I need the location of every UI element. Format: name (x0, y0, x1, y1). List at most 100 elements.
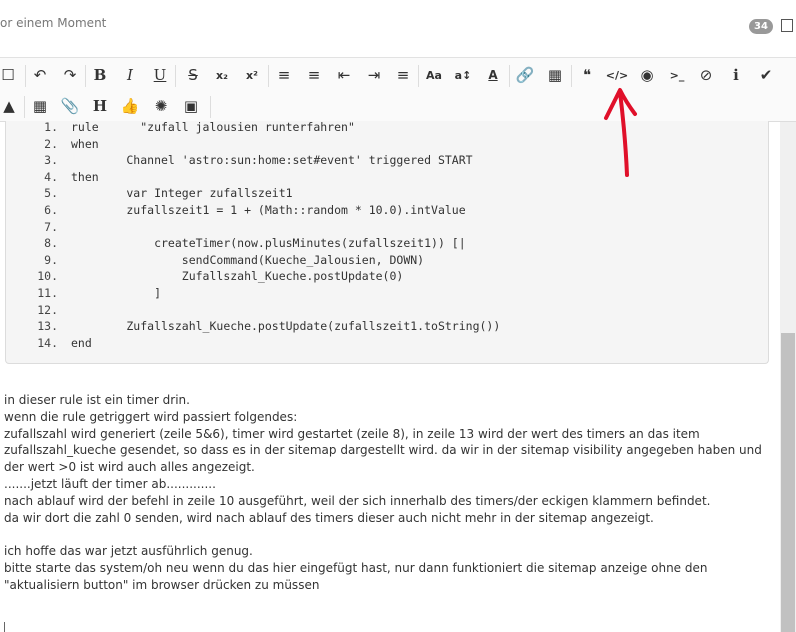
line-number: 3. (44, 153, 58, 168)
code-text: when (71, 136, 99, 151)
align-icon[interactable]: ≡ (390, 60, 416, 90)
table-icon[interactable]: ▦ (542, 60, 568, 90)
italic-button[interactable]: I (117, 60, 143, 90)
code-line: 12. (6, 302, 768, 318)
code-line: 5. var Integer zufallszeit1 (6, 185, 768, 201)
code-text: end (71, 335, 92, 350)
toolbar-separator (210, 96, 211, 118)
toolbar-row-2: ▲ ▦ 📎 H 👍 ✺ ▣ (0, 91, 796, 121)
toolbar-separator (418, 65, 419, 87)
code-text: createTimer(now.plusMinutes(zufallszeit1… (71, 236, 466, 251)
text-cursor (4, 622, 5, 632)
code-text: var Integer zufallszeit1 (71, 186, 293, 201)
bold-button[interactable]: B (87, 60, 113, 90)
terminal-icon[interactable]: >_ (664, 60, 690, 90)
code-text: Zufallszahl_Kueche.postUpdate(0) (71, 269, 404, 284)
editor-toolbar: ☐ ↶ ↷ B I U Sx₂ x² ≡ ≡ ⇤ ⇥ ≡ Aa a↕ A 🔗 ▦ ❝ </> ◉ >_ ⊘ ℹ ✔ ▲ ▦ 📎 H 👍 ✺… (0, 58, 796, 122)
line-height-icon[interactable]: a↕ (450, 60, 476, 90)
code-line: 13. Zufallszahl_Kueche.postUpdate(zufall… (6, 318, 768, 334)
indent-icon[interactable]: ⇥ (361, 60, 387, 90)
line-number: 6. (44, 203, 58, 217)
paragraph: da wir dort die zahl 0 senden, wird nach… (4, 510, 654, 525)
code-line: 7. (6, 219, 768, 235)
count-badge: 34 (749, 19, 773, 34)
check-icon[interactable]: ✔ (753, 60, 779, 90)
underline-button[interactable]: U (147, 60, 173, 90)
toolbar-separator (571, 65, 572, 87)
line-number: 7. (44, 219, 58, 234)
paragraph: nach ablauf wird der befehl in zeile 10 … (4, 493, 711, 508)
paragraph: bitte starte das system/oh neu wenn du d… (4, 560, 708, 592)
line-number: 4. (44, 169, 58, 184)
code-text: ] (71, 286, 162, 300)
ordered-list-icon[interactable]: ≡ (271, 60, 297, 90)
code-line: 11. ] (6, 285, 768, 301)
line-number: 11. (37, 286, 58, 300)
toolbar-separator (509, 65, 510, 87)
undo-icon[interactable]: ↶ (27, 60, 53, 90)
code-line: 9. sendCommand(Kueche_Jalousien, DOWN) (6, 252, 768, 268)
code-text: then (71, 169, 99, 184)
bullet-list-icon[interactable]: ≡ (301, 60, 327, 90)
post-text: in dieser rule ist ein timer drin. wenn … (4, 392, 776, 594)
paragraph: .......jetzt läuft der timer ab.........… (4, 476, 216, 491)
line-number: 10. (37, 269, 58, 284)
editor-content[interactable]: 1. rule "zufall jalousien runterfahren" 2.… (0, 121, 780, 632)
line-number: 1. (44, 121, 58, 134)
toolbar-separator (85, 65, 86, 87)
info-icon[interactable]: ℹ (723, 60, 749, 90)
post-header: or einem Moment 34 (0, 0, 796, 58)
code-text: Zufallszahl_Kueche.postUpdate(zufallszei… (71, 319, 501, 334)
code-line: 4. then (6, 169, 768, 185)
line-number: 8. (44, 236, 58, 251)
grid-icon[interactable]: ▦ (27, 91, 53, 121)
code-line: 14. end (6, 335, 768, 351)
paragraph: zufallszahl wird generiert (zeile 5&6), … (4, 426, 762, 475)
text-color-icon[interactable]: A (480, 60, 506, 90)
thumbs-up-icon[interactable]: 👍 (117, 91, 143, 121)
toolbar-separator (268, 65, 269, 87)
remove-format-icon[interactable]: ⊘ (693, 60, 719, 90)
paragraph: ich hoffe das war jetzt ausführlich genu… (4, 544, 253, 559)
code-text: zufallszeit1 = 1 + (Math::random * 10.0)… (71, 203, 466, 217)
line-number: 14. (37, 335, 58, 350)
editor-scrollbar[interactable] (780, 122, 796, 632)
toolbar-separator (175, 65, 176, 87)
subscript-button[interactable]: x₂ (209, 60, 235, 90)
superscript-button[interactable]: x² (239, 60, 265, 90)
code-line: 10. Zufallszahl_Kueche.postUpdate(0) (6, 268, 768, 284)
font-size-icon[interactable]: Aa (421, 60, 447, 90)
strikethrough-button[interactable]: S (180, 60, 206, 90)
code-text: sendCommand(Kueche_Jalousien, DOWN) (71, 252, 425, 267)
heading-button[interactable]: H (87, 91, 113, 121)
select-checkbox[interactable] (781, 19, 793, 32)
link-icon[interactable]: 🔗 (512, 60, 538, 90)
outdent-icon[interactable]: ⇤ (331, 60, 357, 90)
code-text: rule "zufall jalousien runterfahren" (71, 121, 355, 134)
annotation-arrow-icon (604, 88, 637, 177)
checkbox-icon[interactable]: ☐ (0, 60, 21, 90)
scrollbar-thumb[interactable] (781, 333, 795, 632)
toolbar-separator (25, 65, 26, 87)
code-text: Channel 'astro:sun:home:set#event' trigg… (71, 153, 473, 168)
image-icon[interactable]: ▣ (178, 91, 204, 121)
code-block[interactable]: 1. rule "zufall jalousien runterfahren" 2.… (5, 121, 769, 364)
quote-icon[interactable]: ❝ (574, 60, 600, 90)
attachment-icon[interactable]: 📎 (57, 91, 83, 121)
redo-icon[interactable]: ↷ (57, 60, 83, 90)
code-line: 8. createTimer(now.plusMinutes(zufallsze… (6, 235, 768, 251)
line-number: 13. (37, 319, 58, 334)
rebel-icon[interactable]: ✺ (148, 91, 174, 121)
toolbar-separator (24, 96, 25, 118)
line-number: 9. (44, 252, 58, 267)
code-line: 3. Channel 'astro:sun:home:set#event' tr… (6, 152, 768, 168)
toolbar-row-1: ☐ ↶ ↷ B I U Sx₂ x² ≡ ≡ ⇤ ⇥ ≡ Aa a↕ A 🔗 ▦ ❝ </> ◉ >_ ⊘ ℹ ✔ (0, 60, 796, 90)
line-number: 12. (37, 302, 58, 317)
code-line: 2. when (6, 136, 768, 152)
code-line: 1. rule "zufall jalousien runterfahren" (6, 121, 768, 135)
code-line: 6. zufallszeit1 = 1 + (Math::random * 10… (6, 202, 768, 218)
warning-icon[interactable]: ▲ (0, 91, 22, 121)
paragraph: wenn die rule getriggert wird passiert f… (4, 409, 298, 424)
line-number: 5. (44, 186, 58, 201)
